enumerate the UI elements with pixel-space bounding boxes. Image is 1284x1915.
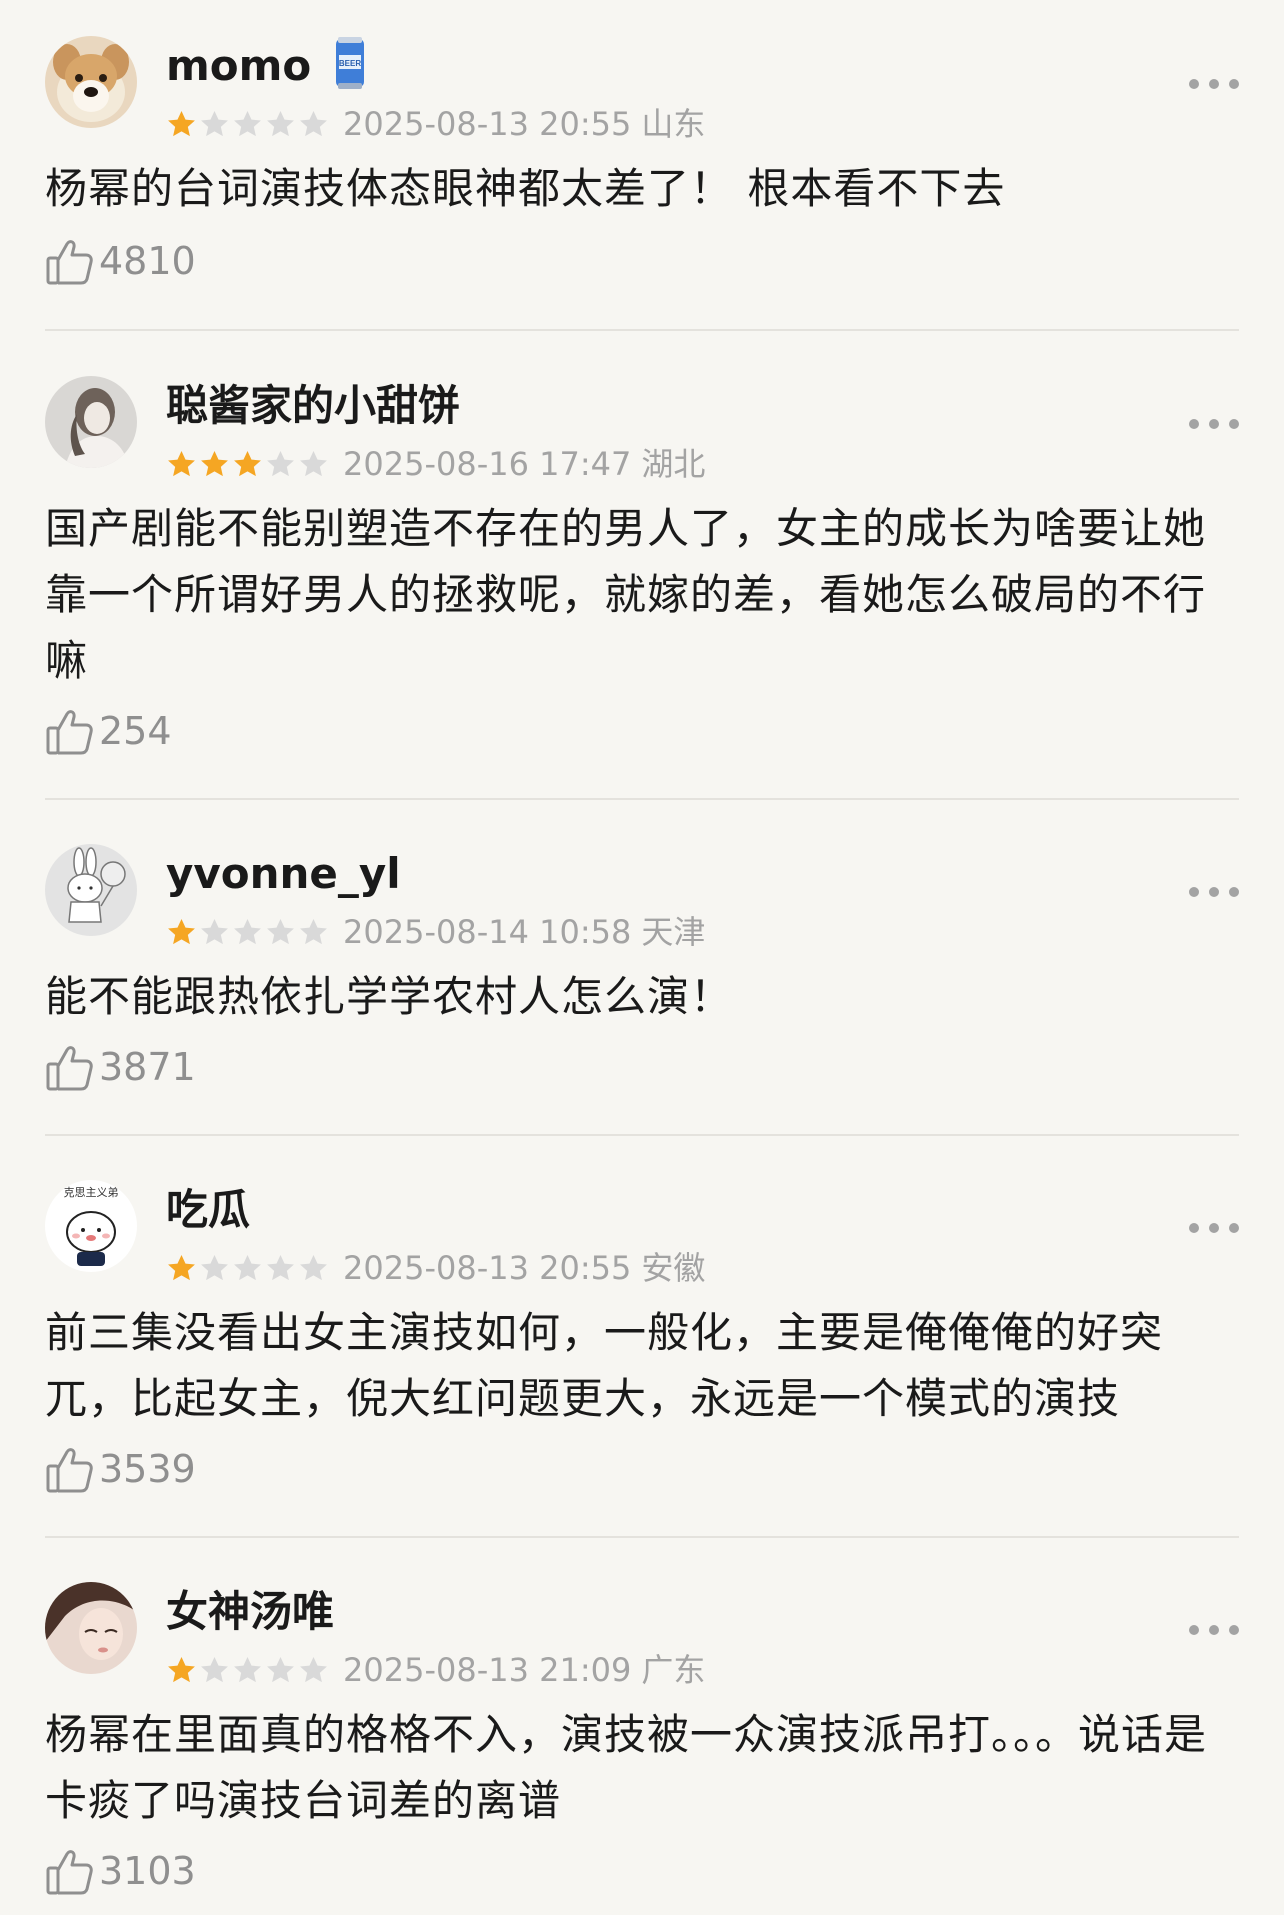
thumbs-up-icon: [46, 1448, 93, 1493]
like-button[interactable]: 3103: [45, 1846, 196, 1896]
thumbs-up-icon: [46, 710, 93, 755]
username[interactable]: yvonne_yl: [166, 848, 401, 900]
review-datetime: 2025-08-13 21:09: [343, 1651, 632, 1689]
star-empty-icon: [267, 1254, 294, 1280]
username[interactable]: 女神汤唯: [166, 1586, 334, 1638]
thumbs-up-icon: [46, 1046, 93, 1091]
star-rating: [166, 109, 329, 140]
avatar-text: 克思主义弟: [64, 1186, 119, 1199]
review-region: 安徽: [641, 1249, 706, 1287]
star-filled-icon: [168, 110, 195, 136]
review-content: 国产剧能不能别塑造不存在的男人了，女主的成长为啥要让她靠一个所谓好男人的拯救呢，…: [45, 504, 1207, 685]
review-region: 湖北: [641, 445, 706, 483]
review-content: 杨幂的台词演技体态眼神都太差了！ 根本看不下去: [45, 164, 1006, 213]
star-empty-icon: [234, 1656, 261, 1682]
svg-text:BEER: BEER: [339, 59, 361, 68]
like-button[interactable]: 3539: [45, 1444, 196, 1494]
star-empty-icon: [300, 1254, 327, 1280]
star-empty-icon: [267, 918, 294, 944]
star-filled-icon: [168, 450, 195, 476]
review-datetime: 2025-08-16 17:47: [343, 445, 632, 483]
star-empty-icon: [300, 450, 327, 476]
like-button[interactable]: 254: [45, 706, 172, 756]
like-button[interactable]: 4810: [45, 236, 196, 286]
avatar[interactable]: [45, 1582, 137, 1674]
like-count: 4810: [99, 239, 196, 283]
star-empty-icon: [300, 918, 327, 944]
username-text: momo: [166, 41, 312, 90]
review-region: 广东: [641, 1651, 706, 1689]
review-content: 能不能跟热依扎学学农村人怎么演！: [45, 972, 734, 1021]
star-empty-icon: [201, 918, 228, 944]
review-datetime: 2025-08-14 10:58: [343, 913, 632, 951]
more-dots-icon[interactable]: [1189, 64, 1239, 104]
star-empty-icon: [267, 450, 294, 476]
review-region: 山东: [641, 105, 706, 143]
star-filled-icon: [168, 918, 195, 944]
star-empty-icon: [234, 110, 261, 136]
like-button[interactable]: 3871: [45, 1042, 196, 1092]
avatar[interactable]: [45, 36, 137, 128]
star-empty-icon: [201, 1254, 228, 1280]
avatar[interactable]: 克思主义弟: [45, 1180, 137, 1272]
username[interactable]: 聪酱家的小甜饼: [166, 380, 460, 432]
more-dots-icon[interactable]: [1189, 404, 1239, 444]
star-filled-icon: [168, 1254, 195, 1280]
star-empty-icon: [201, 110, 228, 136]
review-datetime: 2025-08-13 20:55: [343, 105, 632, 143]
thumbs-up-icon: [46, 240, 93, 285]
review-meta: 2025-08-16 17:47 湖北: [166, 444, 705, 484]
star-filled-icon: [201, 450, 228, 476]
star-rating: [166, 1655, 329, 1686]
star-filled-icon: [168, 1656, 195, 1682]
star-rating: [166, 1253, 329, 1284]
review-meta: 2025-08-13 20:55 安徽: [166, 1248, 705, 1288]
star-empty-icon: [234, 1254, 261, 1280]
avatar[interactable]: [45, 376, 137, 468]
thumbs-up-icon: [46, 1850, 93, 1895]
star-empty-icon: [267, 110, 294, 136]
like-count: 3103: [99, 1849, 196, 1893]
divider: [45, 798, 1239, 800]
divider: [45, 1536, 1239, 1538]
more-dots-icon[interactable]: [1189, 872, 1239, 912]
review-content: 杨幂在里面真的格格不入，演技被一众演技派吊打。。。说话是卡痰了吗演技台词差的离谱: [45, 1710, 1208, 1825]
like-count: 3871: [99, 1045, 196, 1089]
star-empty-icon: [267, 1656, 294, 1682]
more-dots-icon[interactable]: [1189, 1208, 1239, 1248]
avatar[interactable]: [45, 844, 137, 936]
review-meta: 2025-08-13 20:55 山东: [166, 104, 705, 144]
divider: [45, 1134, 1239, 1136]
username[interactable]: 吃瓜: [166, 1184, 250, 1236]
star-rating: [166, 917, 329, 948]
username[interactable]: momo BEER: [166, 36, 367, 97]
like-count: 254: [99, 709, 172, 753]
star-empty-icon: [234, 918, 261, 944]
star-empty-icon: [300, 1656, 327, 1682]
divider: [45, 329, 1239, 331]
star-rating: [166, 449, 329, 480]
review-region: 天津: [641, 913, 706, 951]
review-meta: 2025-08-13 21:09 广东: [166, 1650, 705, 1690]
review-meta: 2025-08-14 10:58 天津: [166, 912, 705, 952]
beer-can-icon: BEER: [333, 35, 367, 91]
star-empty-icon: [300, 110, 327, 136]
like-count: 3539: [99, 1447, 196, 1491]
star-filled-icon: [234, 450, 261, 476]
more-dots-icon[interactable]: [1189, 1610, 1239, 1650]
review-content: 前三集没看出女主演技如何，一般化，主要是俺俺俺的好突兀，比起女主，倪大红问题更大…: [45, 1308, 1164, 1423]
star-empty-icon: [201, 1656, 228, 1682]
review-datetime: 2025-08-13 20:55: [343, 1249, 632, 1287]
